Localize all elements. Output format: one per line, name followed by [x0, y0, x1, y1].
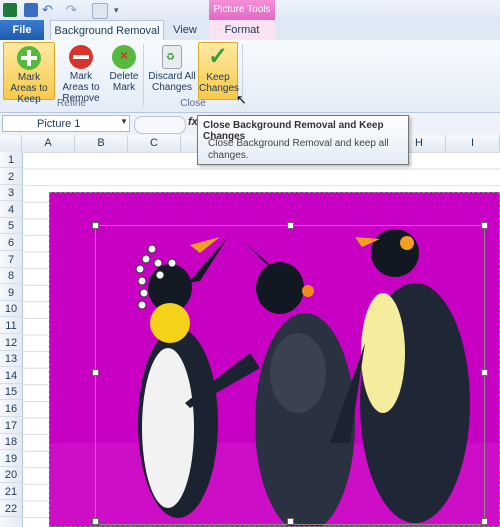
checkmark-icon: ✓	[208, 43, 229, 70]
row-headers: 1 2 3 4 5 6 7 8 9 10 11 12 13 14 15 16 1…	[0, 152, 23, 527]
resize-handle[interactable]	[92, 518, 99, 525]
name-box-dropdown-icon[interactable]: ▼	[120, 117, 128, 126]
tab-background-removal[interactable]: Background Removal	[50, 20, 164, 41]
undo-icon[interactable]: ↶	[42, 3, 56, 17]
row-header[interactable]: 17	[0, 418, 22, 434]
keep-label: Keep Changes	[199, 72, 240, 94]
row-header[interactable]: 9	[0, 285, 22, 301]
row-header[interactable]: 22	[0, 501, 22, 517]
print-preview-icon[interactable]	[92, 3, 108, 19]
row-header[interactable]: 2	[0, 169, 22, 185]
row-header[interactable]: 18	[0, 434, 22, 451]
recycle-bin-icon: ♻	[162, 45, 182, 69]
keep-changes-button[interactable]: ✓ Keep Changes	[198, 42, 240, 100]
delete-mark-icon: ×	[112, 45, 136, 69]
resize-handle[interactable]	[481, 518, 488, 525]
group-separator	[143, 44, 144, 106]
row-header[interactable]: 8	[0, 268, 22, 285]
tab-view[interactable]: View	[168, 20, 202, 40]
row-header[interactable]: 20	[0, 467, 22, 484]
refine-group-label: Refine	[57, 98, 86, 109]
row-header[interactable]: 5	[0, 218, 22, 235]
row-header[interactable]: 19	[0, 451, 22, 467]
row-header[interactable]: 21	[0, 484, 22, 500]
resize-handle[interactable]	[481, 369, 488, 376]
row-header[interactable]: 6	[0, 235, 22, 251]
row-header[interactable]: 14	[0, 368, 22, 384]
customize-qat-icon[interactable]: ▾	[114, 3, 128, 17]
resize-handle[interactable]	[287, 518, 294, 525]
picture-tools-context-label: Picture Tools	[209, 0, 275, 20]
row-header[interactable]: 15	[0, 384, 22, 401]
resize-handle[interactable]	[481, 222, 488, 229]
resize-handle[interactable]	[287, 222, 294, 229]
tooltip-body: Close Background Removal and keep all ch…	[208, 138, 389, 161]
discard-label: Discard All Changes	[148, 71, 196, 93]
column-header[interactable]: A	[22, 135, 75, 152]
row-header[interactable]: 10	[0, 301, 22, 318]
keep-changes-tooltip: Close Background Removal and Keep Change…	[197, 115, 409, 165]
tab-format[interactable]: Format	[209, 20, 275, 40]
name-box[interactable]: Picture 1	[2, 115, 130, 132]
row-header[interactable]: 3	[0, 185, 22, 202]
mark-areas-to-keep-button[interactable]: Mark Areas to Keep	[3, 42, 55, 105]
delete-mark-label: Delete Mark	[109, 71, 139, 93]
formula-expand-handle[interactable]	[134, 116, 186, 134]
plus-pencil-icon	[17, 46, 41, 70]
row-header[interactable]: 1	[0, 152, 22, 168]
mark-areas-to-remove-button[interactable]: Mark Areas to Remove	[56, 42, 106, 104]
excel-app-icon[interactable]	[3, 3, 17, 17]
mouse-pointer-icon: ↖	[236, 92, 247, 107]
delete-mark-button[interactable]: × Delete Mark	[108, 42, 140, 98]
redo-icon[interactable]: ↷	[66, 3, 80, 17]
discard-all-changes-button[interactable]: ♻ Discard All Changes	[148, 42, 196, 98]
row-header[interactable]: 16	[0, 401, 22, 417]
column-header[interactable]: I	[446, 135, 500, 152]
tab-file[interactable]: File	[0, 20, 44, 40]
resize-handle[interactable]	[92, 369, 99, 376]
row-header[interactable]: 12	[0, 335, 22, 351]
ribbon-tabs: File Background Removal View Format	[0, 20, 500, 41]
row-header[interactable]: 7	[0, 252, 22, 268]
column-header[interactable]: B	[75, 135, 128, 152]
resize-handle[interactable]	[92, 222, 99, 229]
ribbon: Mark Areas to Keep Mark Areas to Remove …	[0, 40, 500, 113]
column-header[interactable]: C	[128, 135, 181, 152]
row-header[interactable]: 11	[0, 318, 22, 334]
minus-pencil-icon	[69, 45, 93, 69]
picture-selection-frame	[92, 222, 488, 525]
row-header[interactable]: 13	[0, 351, 22, 368]
save-icon[interactable]	[24, 3, 38, 17]
row-header[interactable]: 4	[0, 202, 22, 218]
select-all-corner[interactable]	[0, 135, 22, 152]
close-group-label: Close	[180, 98, 206, 109]
